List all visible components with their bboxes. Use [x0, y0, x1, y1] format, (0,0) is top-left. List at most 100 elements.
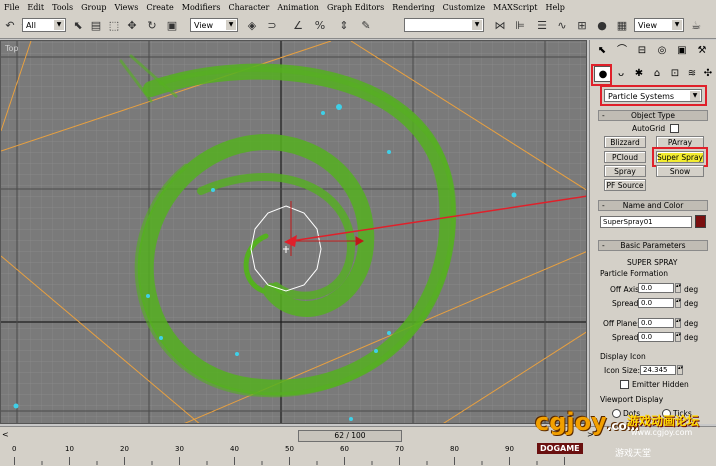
viewport-canvas — [1, 41, 586, 423]
ruler-label: 90 — [505, 445, 514, 453]
reference-coord-dropdown[interactable]: View ▼ — [190, 18, 238, 32]
menu-maxscript[interactable]: MAXScript — [489, 3, 541, 12]
object-type-title: Object Type — [630, 111, 676, 120]
curve-editor-icon[interactable]: ∿ — [554, 18, 570, 34]
spread-spinner[interactable]: ▴▾ — [675, 298, 681, 308]
render-view-value: View — [638, 21, 657, 30]
render-view-dropdown[interactable]: View ▼ — [634, 18, 684, 32]
menu-bar: File Edit Tools Group Views Create Modif… — [0, 0, 716, 15]
menu-group[interactable]: Group — [77, 3, 110, 12]
undo-icon[interactable]: ↶ — [2, 18, 18, 34]
percent-snap-icon[interactable]: % — [312, 18, 328, 34]
selection-filter-dropdown[interactable]: All ▼ — [22, 18, 66, 32]
autogrid-label: AutoGrid — [632, 124, 666, 133]
mirror-icon[interactable]: ⋈ — [492, 18, 508, 34]
pivot-center-icon[interactable]: ◈ — [244, 18, 260, 34]
ruler-label: 0 — [12, 445, 17, 453]
chevron-down-icon: ▼ — [54, 20, 64, 30]
spread2-spinner[interactable]: ▴▾ — [675, 332, 681, 342]
watermark-chinese-title: 游戏动画论坛 — [627, 414, 700, 428]
spread2-label: Spread: — [612, 333, 641, 342]
cameras-category-icon[interactable]: ⌂ — [648, 66, 666, 82]
time-slider[interactable]: 62 / 100 — [298, 430, 402, 442]
systems-category-icon[interactable]: ✣ — [699, 66, 716, 82]
autogrid-checkbox[interactable] — [670, 124, 679, 133]
off-axis-field[interactable]: 0.0 — [638, 283, 674, 293]
create-tab-icon[interactable]: ⬉ — [593, 43, 611, 59]
off-plane-spinner[interactable]: ▴▾ — [675, 318, 681, 328]
select-by-name-icon[interactable]: ▤ — [88, 18, 104, 34]
lights-category-icon[interactable]: ✱ — [630, 66, 648, 82]
icon-size-spinner[interactable]: ▴▾ — [677, 365, 683, 375]
edit-named-selection-icon[interactable]: ✎ — [358, 18, 374, 34]
named-selection-dropdown[interactable]: ▼ — [404, 18, 484, 32]
menu-graph-editors[interactable]: Graph Editors — [323, 3, 388, 12]
object-type-rollout-header[interactable]: - Object Type — [598, 110, 708, 121]
material-editor-icon[interactable]: ● — [594, 18, 610, 34]
geometry-highlight — [591, 64, 612, 86]
emitter-hidden-label: Emitter Hidden — [632, 380, 689, 389]
off-axis-unit: deg — [684, 285, 699, 294]
menu-character[interactable]: Character — [224, 3, 273, 12]
viewport-label[interactable]: Top — [5, 44, 19, 53]
spread2-field[interactable]: 0.0 — [638, 332, 674, 342]
motion-tab-icon[interactable]: ◎ — [653, 43, 671, 59]
display-tab-icon[interactable]: ▣ — [673, 43, 691, 59]
snow-button[interactable]: Snow — [656, 165, 704, 177]
rotate-icon[interactable]: ↻ — [144, 18, 160, 34]
spray-button[interactable]: Spray — [604, 165, 646, 177]
scale-icon[interactable]: ▣ — [164, 18, 180, 34]
pf-source-button[interactable]: PF Source — [604, 179, 646, 191]
ruler-label: 60 — [340, 445, 349, 453]
select-object-icon[interactable]: ⬉ — [70, 18, 86, 34]
menu-help[interactable]: Help — [542, 3, 569, 12]
rect-selection-icon[interactable]: ⬚ — [106, 18, 122, 34]
prev-frame-icon[interactable]: < — [2, 430, 9, 439]
name-color-title: Name and Color — [622, 201, 684, 210]
ruler-label: 10 — [65, 445, 74, 453]
menu-modifiers[interactable]: Modifiers — [178, 3, 225, 12]
layer-manager-icon[interactable]: ☰ — [534, 18, 550, 34]
menu-tools[interactable]: Tools — [48, 3, 77, 12]
off-axis-label: Off Axis: — [610, 285, 642, 294]
icon-size-field[interactable]: 24.345 — [640, 365, 676, 375]
align-icon[interactable]: ⊫ — [512, 18, 528, 34]
off-axis-spinner[interactable]: ▴▾ — [675, 283, 681, 293]
watermark-url: www.cgjoy.com — [631, 428, 693, 437]
ruler-ticks — [14, 457, 565, 465]
object-color-swatch[interactable] — [695, 215, 706, 228]
schematic-view-icon[interactable]: ⊞ — [574, 18, 590, 34]
hierarchy-tab-icon[interactable]: ⊟ — [633, 43, 651, 59]
render-scene-icon[interactable]: ▦ — [614, 18, 630, 34]
top-viewport[interactable]: Top — [0, 40, 587, 424]
spinner-snap-icon[interactable]: ⇕ — [336, 18, 352, 34]
menu-animation[interactable]: Animation — [273, 3, 323, 12]
shapes-category-icon[interactable]: ᴗ — [612, 66, 630, 82]
chevron-down-icon: ▼ — [672, 20, 682, 30]
utilities-tab-icon[interactable]: ⚒ — [693, 43, 711, 59]
spread2-unit: deg — [684, 333, 699, 342]
menu-file[interactable]: File — [0, 3, 23, 12]
emitter-hidden-checkbox[interactable] — [620, 380, 629, 389]
menu-edit[interactable]: Edit — [23, 3, 48, 12]
menu-rendering[interactable]: Rendering — [388, 3, 438, 12]
basic-parameters-rollout-header[interactable]: - Basic Parameters — [598, 240, 708, 251]
spread-field[interactable]: 0.0 — [638, 298, 674, 308]
blizzard-button[interactable]: Blizzard — [604, 136, 646, 148]
helpers-category-icon[interactable]: ⊡ — [666, 66, 684, 82]
angle-snap-icon[interactable]: ∠ — [290, 18, 306, 34]
snap-icon[interactable]: ⊃ — [264, 18, 280, 34]
object-name-field[interactable]: SuperSpray01 — [600, 216, 692, 228]
menu-views[interactable]: Views — [110, 3, 142, 12]
quick-render-icon[interactable]: ☕ — [688, 18, 704, 34]
off-plane-field[interactable]: 0.0 — [638, 318, 674, 328]
ruler-label: 40 — [230, 445, 239, 453]
menu-create[interactable]: Create — [142, 3, 177, 12]
name-color-rollout-header[interactable]: - Name and Color — [598, 200, 708, 211]
move-icon[interactable]: ✥ — [124, 18, 140, 34]
menu-customize[interactable]: Customize — [439, 3, 490, 12]
modify-tab-icon[interactable]: ⌒ — [613, 43, 631, 59]
category-highlight — [600, 85, 707, 106]
super-spray-title: SUPER SPRAY — [627, 258, 678, 267]
pcloud-button[interactable]: PCloud — [604, 151, 646, 163]
